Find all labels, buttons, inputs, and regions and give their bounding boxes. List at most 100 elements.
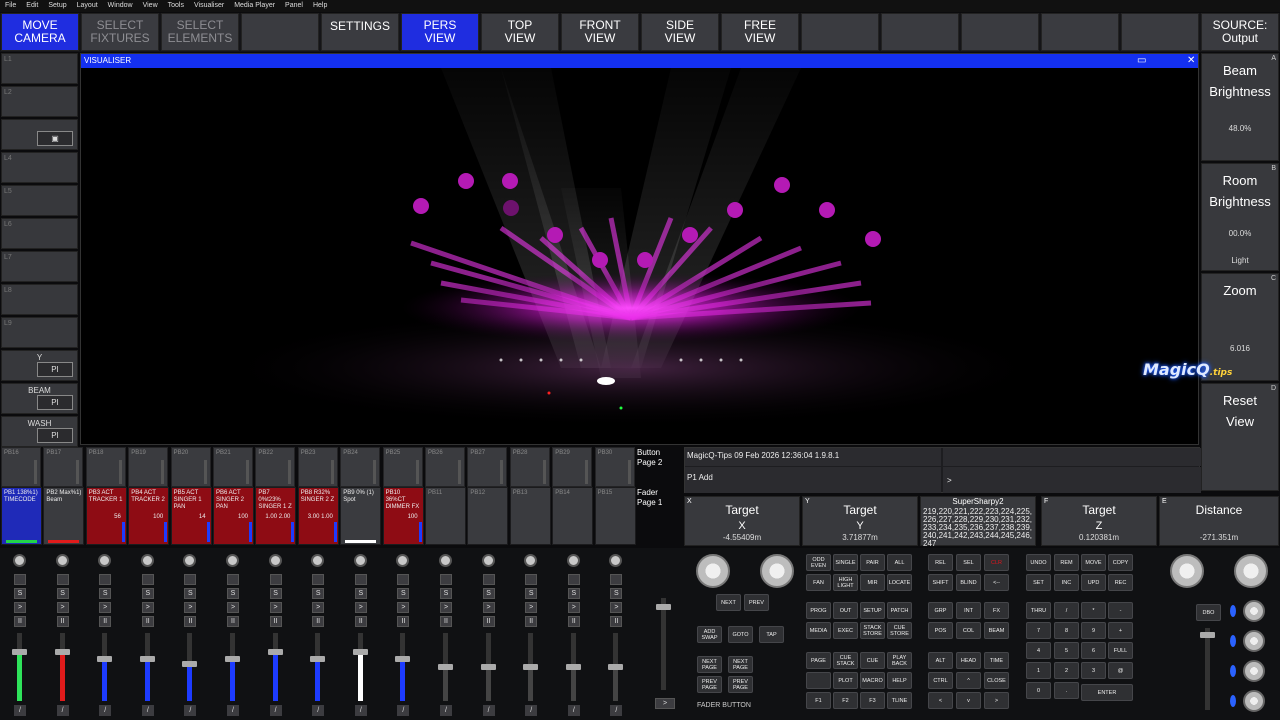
key-3[interactable]: 3 xyxy=(1081,662,1106,679)
key-ctrl[interactable]: CTRL xyxy=(928,672,953,689)
fader-select-button[interactable]: S xyxy=(397,588,410,599)
left-button-7[interactable]: L7 xyxy=(1,251,78,282)
fader-go-button[interactable]: > xyxy=(227,602,239,613)
fader-cap[interactable] xyxy=(565,664,581,670)
fader-select-button[interactable]: S xyxy=(354,588,367,599)
fader-cap[interactable] xyxy=(267,649,283,656)
key-grp[interactable]: GRP xyxy=(928,602,953,619)
playback-7[interactable]: PB7 0%t23% SINGER 1 Z 1.00 2.00 xyxy=(255,487,297,545)
fader-go-button[interactable]: > xyxy=(99,602,112,613)
playback-button-pb28[interactable]: PB28 xyxy=(509,447,550,487)
playback-13[interactable]: PB13 xyxy=(509,487,551,545)
playback-11[interactable]: PB11 xyxy=(425,487,466,545)
fader-pause-button[interactable]: II xyxy=(482,616,495,627)
fader-flash-button[interactable]: / xyxy=(227,705,239,716)
add-swap-button[interactable]: ADD SWAP xyxy=(697,626,722,643)
fader-cap[interactable] xyxy=(310,655,326,662)
fader-select-button[interactable]: S xyxy=(269,588,282,599)
fader-select-button[interactable]: S xyxy=(14,588,26,599)
playback-button-pb19[interactable]: PB19 xyxy=(128,447,169,487)
command-line[interactable]: > xyxy=(943,467,1201,493)
fader-2[interactable]: S > II / xyxy=(44,548,80,720)
playback-button-pb16[interactable]: PB16 xyxy=(1,447,41,487)
playback-button-pb17[interactable]: PB17 xyxy=(43,447,84,487)
key-enter[interactable]: ENTER xyxy=(1081,684,1133,701)
key-odd-even[interactable]: ODD EVEN xyxy=(806,554,831,571)
small-encoder-2[interactable] xyxy=(1243,630,1265,652)
fader-blank-button[interactable] xyxy=(99,574,112,585)
fader-blank-button[interactable] xyxy=(482,574,495,585)
top-button-source-output[interactable]: SOURCE: Output xyxy=(1201,13,1279,51)
key-col[interactable]: COL xyxy=(956,622,981,639)
key-sel[interactable]: SEL xyxy=(956,554,981,571)
fader-go-button[interactable]: > xyxy=(567,602,580,613)
playback-button-pb20[interactable]: PB20 xyxy=(170,447,211,487)
top-button-move-camera[interactable]: MOVE CAMERA xyxy=(1,13,79,51)
key-2[interactable]: 2 xyxy=(1054,662,1079,679)
fader-go-button[interactable]: > xyxy=(440,602,452,613)
key-cue-store[interactable]: CUE STORE xyxy=(887,622,912,639)
top-button-front-view[interactable]: FRONT VIEW xyxy=(561,13,639,51)
playback-button-pb18[interactable]: PB18 xyxy=(85,447,126,487)
fader-1[interactable]: S > II / xyxy=(1,548,37,720)
key-beam[interactable]: BEAM xyxy=(984,622,1009,639)
key-up[interactable]: ^ xyxy=(956,672,981,689)
top-button-pers-view[interactable]: PERS VIEW xyxy=(401,13,479,51)
left-button-3[interactable]: ▣ xyxy=(1,119,78,150)
key-red-4[interactable] xyxy=(806,672,831,689)
fader-cap[interactable] xyxy=(395,655,411,662)
fader-cap[interactable] xyxy=(438,664,453,670)
fader-cap[interactable] xyxy=(54,649,70,656)
fader-flash-button[interactable]: / xyxy=(397,705,410,716)
fader-flash-button[interactable]: / xyxy=(440,705,452,716)
top-button-blank-12[interactable] xyxy=(961,13,1039,51)
fader-11[interactable]: S > II / xyxy=(427,548,463,720)
fader-blank-button[interactable] xyxy=(567,574,580,585)
fader-select-button[interactable]: S xyxy=(567,588,580,599)
top-button-blank-10[interactable] xyxy=(801,13,879,51)
menu-edit[interactable]: Edit xyxy=(26,0,38,12)
playback-button-pb27[interactable]: PB27 xyxy=(467,447,508,487)
key-cue[interactable]: CUE xyxy=(860,652,885,669)
top-button-blank-3[interactable] xyxy=(241,13,319,51)
fader-blank-button[interactable] xyxy=(14,574,26,585)
fader-pause-button[interactable]: II xyxy=(354,616,367,627)
fader-blank-button[interactable] xyxy=(184,574,197,585)
goto-button[interactable]: GOTO xyxy=(728,626,753,643)
fader-14[interactable]: S > II / xyxy=(555,548,591,720)
playback-1[interactable]: PB1 138%1) TIMECODE xyxy=(1,487,42,545)
top-button-settings[interactable]: SETTINGS xyxy=(321,13,399,51)
playback-5[interactable]: PB5 ACT SINGER 1 PAN 14 xyxy=(170,487,212,545)
prev-page-button[interactable]: PREV PAGE xyxy=(697,676,722,693)
fader-pause-button[interactable]: II xyxy=(610,616,623,627)
playback-button-pb29[interactable]: PB29 xyxy=(552,447,593,487)
playback-2[interactable]: PB2 Max%1) Beam xyxy=(43,487,85,545)
fader-blank-button[interactable] xyxy=(525,574,538,585)
top-button-side-view[interactable]: SIDE VIEW xyxy=(641,13,719,51)
fader-blank-button[interactable] xyxy=(269,574,282,585)
fader-10[interactable]: S > II / xyxy=(384,548,420,720)
next-button[interactable]: NEXT xyxy=(716,594,741,611)
top-button-top-view[interactable]: TOP VIEW xyxy=(481,13,559,51)
fader-cap[interactable] xyxy=(608,664,624,670)
key-0[interactable]: 0 xyxy=(1026,682,1051,699)
fader-blank-button[interactable] xyxy=(56,574,69,585)
key-copy[interactable]: COPY xyxy=(1108,554,1133,571)
fader-pause-button[interactable]: II xyxy=(440,616,452,627)
fader-blank-button[interactable] xyxy=(141,574,154,585)
left-button-2[interactable]: L2 xyxy=(1,86,78,117)
small-encoder-4[interactable] xyxy=(1243,690,1265,712)
next-page-button-2[interactable]: NEXT PAGE xyxy=(728,656,753,673)
fader-knob[interactable] xyxy=(268,554,282,567)
playback-button-pb22[interactable]: PB22 xyxy=(255,447,296,487)
fader-pause-button[interactable]: II xyxy=(99,616,112,627)
key-set[interactable]: SET xyxy=(1026,574,1051,591)
fader-knob[interactable] xyxy=(13,554,26,567)
dbo-button[interactable]: DBO xyxy=(1196,604,1221,621)
fader-pause-button[interactable]: II xyxy=(525,616,538,627)
fader-7[interactable]: S > II / xyxy=(257,548,293,720)
fader-go-button[interactable]: > xyxy=(610,602,623,613)
key-tline[interactable]: TLINE xyxy=(887,692,912,709)
small-encoder-3[interactable] xyxy=(1243,660,1265,682)
fader-flash-button[interactable]: / xyxy=(184,705,197,716)
